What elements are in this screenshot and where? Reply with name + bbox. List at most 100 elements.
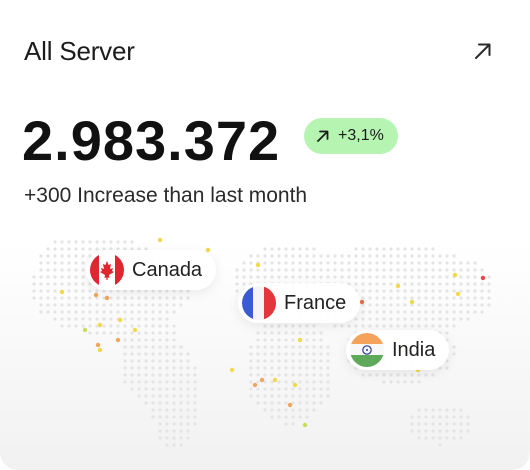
map-dot — [452, 345, 456, 349]
map-dot — [354, 254, 358, 258]
map-dot — [368, 289, 372, 293]
map-dot — [123, 331, 127, 335]
map-dot — [312, 275, 316, 279]
map-dot — [102, 303, 106, 307]
map-dot — [431, 324, 435, 328]
map-dot — [389, 247, 393, 251]
map-dot — [81, 268, 85, 272]
map-dot — [284, 380, 288, 384]
map-dot — [270, 247, 274, 251]
map-dot — [165, 352, 169, 356]
map-dot — [270, 261, 274, 265]
map-dot — [452, 303, 456, 307]
map-dot — [151, 345, 155, 349]
map-dot — [263, 261, 267, 265]
map-dot — [130, 240, 134, 244]
map-dot — [305, 401, 309, 405]
map-dot — [319, 359, 323, 363]
map-dot — [116, 331, 120, 335]
map-dot — [375, 373, 379, 377]
map-dot — [81, 254, 85, 258]
map-dot — [417, 282, 421, 286]
map-dot — [312, 366, 316, 370]
map-dot — [172, 296, 176, 300]
map-dot — [67, 303, 71, 307]
map-dot — [46, 275, 50, 279]
map-dot — [123, 296, 127, 300]
map-dot — [305, 366, 309, 370]
map-dot — [284, 387, 288, 391]
map-dot — [67, 247, 71, 251]
map-dot — [445, 268, 449, 272]
map-dot — [403, 296, 407, 300]
map-dot — [144, 387, 148, 391]
location-chip-canada[interactable]: Canada — [86, 250, 217, 290]
location-chip-france[interactable]: France — [238, 283, 361, 323]
open-details-button[interactable] — [468, 36, 498, 66]
map-dot — [438, 317, 442, 321]
map-dot — [186, 359, 190, 363]
map-dot — [144, 345, 148, 349]
map-dot — [361, 296, 365, 300]
map-dot — [144, 366, 148, 370]
map-dot — [158, 415, 162, 419]
map-dot — [459, 296, 463, 300]
map-dot — [431, 429, 435, 433]
map-dot — [284, 401, 288, 405]
map-dot — [305, 380, 309, 384]
map-dot — [263, 401, 267, 405]
map-dot — [144, 394, 148, 398]
map-dot — [319, 352, 323, 356]
map-dot — [123, 240, 127, 244]
map-dot — [60, 303, 64, 307]
map-dot — [410, 429, 414, 433]
map-dot — [375, 282, 379, 286]
map-dot — [158, 394, 162, 398]
map-dot — [466, 415, 470, 419]
map-dot — [137, 296, 141, 300]
map-dot — [466, 289, 470, 293]
map-dot — [445, 282, 449, 286]
map-dot — [396, 254, 400, 258]
location-label-india: India — [392, 338, 436, 361]
map-dot — [179, 380, 183, 384]
map-dot — [403, 317, 407, 321]
map-dot — [424, 415, 428, 419]
map-dot — [333, 254, 337, 258]
map-dot — [459, 268, 463, 272]
map-dot — [95, 240, 99, 244]
map-dot — [410, 373, 414, 377]
map-dot — [375, 247, 379, 251]
map-dot — [53, 240, 57, 244]
location-chip-india[interactable]: India — [346, 330, 450, 370]
map-dot — [375, 317, 379, 321]
map-dot — [53, 310, 57, 314]
map-dot — [88, 303, 92, 307]
map-dot — [193, 415, 197, 419]
map-dot — [473, 261, 477, 265]
map-dot — [137, 338, 141, 342]
map-dot — [424, 429, 428, 433]
map-dot — [445, 415, 449, 419]
france-flag-icon — [242, 286, 276, 320]
map-dot — [487, 303, 491, 307]
map-dot — [256, 275, 260, 279]
map-dot — [305, 408, 309, 412]
map-dot — [361, 289, 365, 293]
map-dot — [368, 373, 372, 377]
map-dot — [438, 268, 442, 272]
map-dot — [130, 359, 134, 363]
map-dot — [487, 296, 491, 300]
map-dot — [438, 289, 442, 293]
map-dot — [312, 380, 316, 384]
map-dot — [305, 331, 309, 335]
map-dot — [354, 261, 358, 265]
map-dot — [95, 331, 99, 335]
map-dot — [165, 338, 169, 342]
map-dot — [305, 373, 309, 377]
map-dot — [116, 296, 120, 300]
map-dot — [116, 310, 120, 314]
map-dot — [403, 289, 407, 293]
map-dot — [102, 324, 106, 328]
map-dot — [417, 275, 421, 279]
